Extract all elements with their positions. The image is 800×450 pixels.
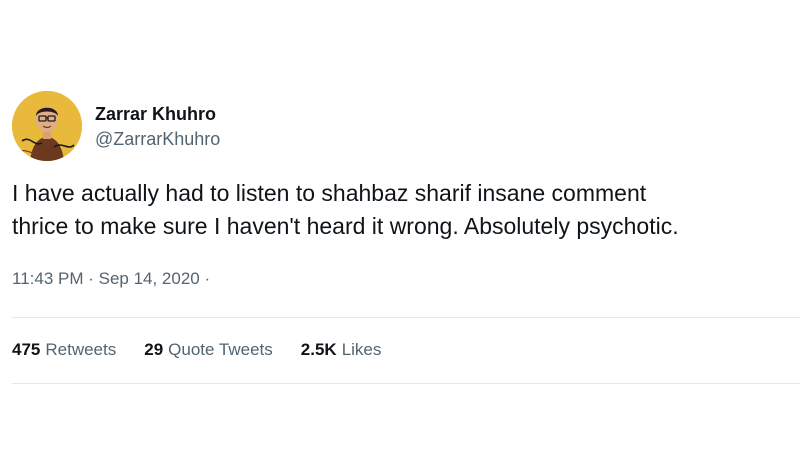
- tweet-text: I have actually had to listen to shahbaz…: [12, 177, 796, 243]
- tweet-text-line: thrice to make sure I haven't heard it w…: [12, 213, 679, 239]
- tweet-timestamp[interactable]: 11:43 PM · Sep 14, 2020 ·: [12, 269, 210, 289]
- tweet-text-line: I have actually had to listen to shahbaz…: [12, 180, 647, 206]
- divider: [12, 383, 800, 384]
- quote-tweets-count: 29: [144, 340, 164, 359]
- tweet-card: Zarrar Khuhro @ZarrarKhuhro I have actua…: [0, 0, 800, 450]
- author-names: Zarrar Khuhro @ZarrarKhuhro: [95, 102, 220, 151]
- divider: [12, 317, 800, 318]
- likes-count: 2.5K: [300, 340, 337, 359]
- likes-label: Likes: [341, 340, 382, 359]
- author-display-name[interactable]: Zarrar Khuhro: [95, 102, 220, 126]
- retweets-label: Retweets: [45, 340, 117, 359]
- tweet-stats: 475 Retweets 29 Quote Tweets 2.5K Likes: [12, 340, 409, 360]
- likes-stat[interactable]: 2.5K Likes: [301, 340, 382, 360]
- quote-tweets-label: Quote Tweets: [168, 340, 273, 359]
- retweets-count: 475: [12, 340, 41, 359]
- retweets-stat[interactable]: 475 Retweets: [12, 340, 116, 360]
- quote-tweets-stat[interactable]: 29 Quote Tweets: [144, 340, 273, 360]
- avatar[interactable]: [12, 91, 82, 161]
- profile-avatar-icon: [12, 91, 82, 161]
- author-handle[interactable]: @ZarrarKhuhro: [95, 127, 220, 151]
- tweet-header: Zarrar Khuhro @ZarrarKhuhro: [12, 91, 220, 161]
